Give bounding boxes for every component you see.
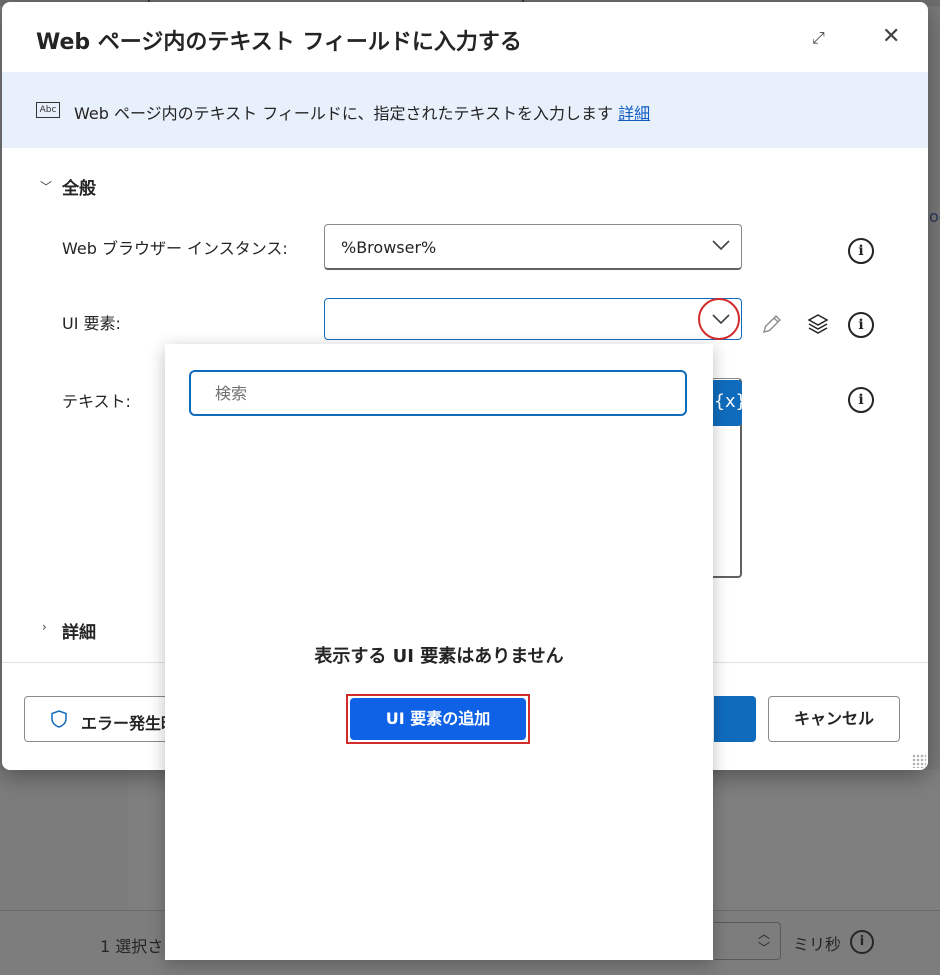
close-icon[interactable]: ✕	[882, 24, 900, 49]
ui-element-dropdown[interactable]	[324, 298, 742, 340]
ui-element-label: UI 要素:	[62, 314, 121, 333]
browser-instance-value: %Browser%	[341, 238, 437, 257]
on-error-label: エラー発生時	[81, 714, 178, 733]
search-input[interactable]	[189, 370, 687, 416]
ui-element-popup: 表示する UI 要素はありません UI 要素の追加	[165, 344, 713, 960]
info-icon[interactable]: i	[850, 930, 874, 954]
variable-button[interactable]: {x}	[712, 380, 747, 426]
layers-icon[interactable]	[806, 312, 830, 336]
section-general[interactable]: 全般	[62, 174, 96, 199]
background-right-column	[926, 150, 940, 770]
empty-message: 表示する UI 要素はありません	[314, 646, 564, 667]
info-icon[interactable]: i	[848, 387, 874, 413]
chevron-right-icon[interactable]: ›	[42, 620, 47, 634]
info-icon[interactable]: i	[848, 238, 874, 264]
timeout-spinner[interactable]: ︿ ﹀	[714, 922, 781, 960]
milliseconds-label: ミリ秒	[793, 935, 842, 954]
section-advanced[interactable]: 詳細	[62, 618, 96, 643]
highlight-circle	[698, 298, 740, 340]
details-link[interactable]: 詳細	[618, 104, 650, 123]
browser-instance-label: Web ブラウザー インスタンス:	[62, 239, 288, 258]
cancel-button[interactable]: キャンセル	[768, 696, 900, 742]
banner-description: Web ページ内のテキスト フィールドに、指定されたテキストを入力します 詳細	[74, 100, 650, 124]
pencil-icon[interactable]	[760, 312, 784, 336]
text-label: テキスト:	[62, 392, 131, 411]
chevron-down-icon[interactable]: ﹀	[40, 178, 52, 195]
browser-instance-dropdown[interactable]: %Browser%	[324, 224, 742, 270]
highlight-frame: UI 要素の追加	[346, 694, 530, 744]
description-banner: Abc Web ページ内のテキスト フィールドに、指定されたテキストを入力します…	[2, 72, 928, 148]
expand-icon[interactable]: ⤢	[812, 28, 825, 48]
save-button[interactable]	[714, 696, 756, 742]
text-field-icon: Abc	[36, 102, 60, 118]
chevron-down-icon[interactable]	[711, 235, 731, 255]
background-left-panel	[0, 770, 129, 910]
info-icon[interactable]: i	[848, 312, 874, 338]
status-selection-text: 1 選択さ	[100, 937, 164, 956]
spinner-down-icon[interactable]: ﹀	[758, 939, 770, 956]
shield-icon	[51, 710, 67, 728]
dialog-title: Web ページ内のテキスト フィールドに入力する	[36, 30, 522, 55]
resize-grip-icon[interactable]	[912, 754, 926, 768]
banner-description-text: Web ページ内のテキスト フィールドに、指定されたテキストを入力します	[74, 104, 613, 123]
background-right-text: og	[929, 207, 940, 226]
add-ui-element-button[interactable]: UI 要素の追加	[350, 698, 526, 740]
